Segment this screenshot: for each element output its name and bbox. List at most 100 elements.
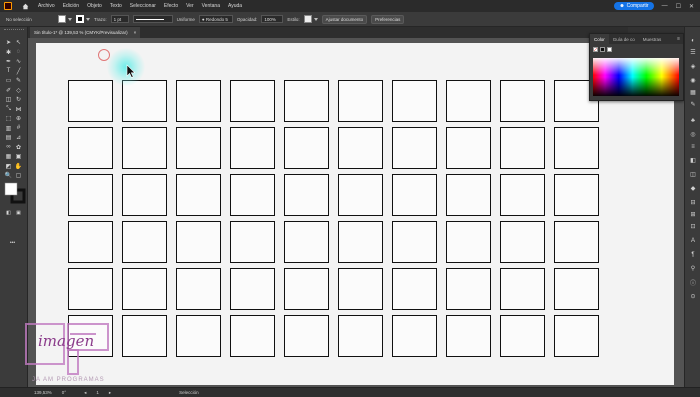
paragraph-icon[interactable]: ¶ [689, 251, 697, 258]
rectangle-shape[interactable] [392, 221, 437, 263]
rectangle-shape[interactable] [554, 174, 599, 216]
perspective-icon[interactable]: ▥ [5, 125, 12, 132]
rectangle-shape[interactable] [500, 174, 545, 216]
width-icon[interactable]: ⋈ [15, 106, 22, 113]
rectangle-shape[interactable] [176, 268, 221, 310]
color-panel-tab[interactable]: Guía de co [609, 37, 639, 42]
magic-wand-icon[interactable]: ✱ [5, 49, 12, 56]
white-swatch[interactable] [607, 47, 612, 52]
rotate-icon[interactable]: ↻ [15, 96, 22, 103]
rectangle-shape[interactable] [338, 80, 383, 122]
stroke-profile-select[interactable] [132, 15, 173, 23]
rectangle-shape[interactable] [122, 221, 167, 263]
rectangle-shape[interactable] [338, 127, 383, 169]
home-icon[interactable] [20, 1, 30, 11]
navigator-icon[interactable]: ⊙ [689, 293, 697, 300]
next-artboard-icon[interactable]: ▸ [109, 390, 111, 396]
direct-selection-tool-icon[interactable]: ↖ [15, 39, 22, 46]
symbol-sprayer-icon[interactable]: ✿ [15, 144, 22, 151]
stroke-dropdown-caret[interactable] [86, 17, 90, 21]
mesh-icon[interactable]: # [15, 125, 22, 132]
rectangle-shape[interactable] [338, 315, 383, 357]
maximize-icon[interactable]: ☐ [676, 3, 681, 10]
rectangle-shape[interactable] [446, 268, 491, 310]
rectangle-shape[interactable] [446, 127, 491, 169]
rectangle-shape[interactable] [554, 268, 599, 310]
character-icon[interactable]: A [689, 237, 697, 244]
eraser-icon[interactable]: ◫ [5, 96, 12, 103]
rectangle-shape[interactable] [392, 174, 437, 216]
info-icon[interactable]: ⓘ [689, 279, 697, 287]
column-graph-icon[interactable]: ▦ [5, 153, 12, 160]
share-button[interactable]: ☻ Compartir [614, 2, 654, 10]
transform-icon[interactable]: ⊡ [689, 223, 697, 230]
none-swatch[interactable] [593, 47, 598, 52]
rectangle-shape[interactable] [500, 127, 545, 169]
panel-menu-icon[interactable]: ≡ [677, 36, 680, 42]
more-tools-icon[interactable]: ••• [9, 239, 16, 246]
pencil-icon[interactable]: ✐ [5, 87, 12, 94]
rectangle-shape[interactable] [230, 127, 275, 169]
stroke-weight-field[interactable]: 1 pt [110, 15, 129, 23]
rectangle-shape[interactable] [446, 174, 491, 216]
curvature-icon[interactable]: ∿ [15, 58, 22, 65]
color-spectrum[interactable] [593, 58, 679, 96]
rectangle-shape[interactable] [284, 221, 329, 263]
free-transform-icon[interactable]: ⬚ [5, 115, 12, 122]
rectangle-shape[interactable] [392, 127, 437, 169]
rectangle-shape[interactable] [500, 80, 545, 122]
lasso-icon[interactable]: ◌ [15, 49, 22, 56]
menu-item[interactable]: Efecto [164, 3, 178, 9]
brushes-icon[interactable]: ✎ [689, 101, 697, 108]
rectangle-shape[interactable] [122, 127, 167, 169]
pathfinder-icon[interactable]: ⊞ [689, 211, 697, 218]
graphic-styles-icon[interactable]: ◎ [689, 131, 697, 138]
rotation-value[interactable]: 0° [62, 390, 66, 395]
eyedropper-icon[interactable]: ⊿ [15, 134, 22, 141]
rectangle-shape[interactable] [392, 80, 437, 122]
style-swatch[interactable] [303, 15, 312, 23]
rectangle-shape[interactable] [392, 268, 437, 310]
rectangle-shape[interactable] [230, 80, 275, 122]
stroke-icon[interactable]: ≡ [689, 143, 697, 150]
rectangle-tool-icon[interactable]: ▭ [5, 77, 12, 84]
panel-grip[interactable] [4, 29, 24, 31]
menu-item[interactable]: Texto [110, 3, 122, 9]
rectangle-shape[interactable] [230, 315, 275, 357]
rectangle-shape[interactable] [500, 221, 545, 263]
style-dropdown-caret[interactable] [313, 17, 318, 21]
rectangle-shape[interactable] [122, 80, 167, 122]
layers-icon[interactable]: ◈ [689, 63, 697, 70]
menu-item[interactable]: Archivo [38, 3, 55, 9]
minimize-icon[interactable]: — [662, 3, 668, 9]
opacity-field[interactable]: 100% [261, 15, 284, 23]
fill-swatch[interactable] [58, 15, 66, 23]
gradient-panel-icon[interactable]: ◧ [689, 157, 697, 164]
line-tool-icon[interactable]: ╱ [15, 68, 22, 75]
rectangle-shape[interactable] [554, 315, 599, 357]
rectangle-shape[interactable] [68, 174, 113, 216]
screen-mode-icon[interactable]: ▣ [15, 209, 22, 216]
pen-tool-icon[interactable]: ✒ [5, 58, 12, 65]
brush-select[interactable]: ● Redondo 5 [198, 15, 233, 23]
appearance-icon[interactable]: ◆ [689, 185, 697, 192]
rectangle-shape[interactable] [122, 315, 167, 357]
close-icon[interactable]: ✕ [689, 3, 694, 10]
selection-tool-icon[interactable]: ➤ [5, 39, 12, 46]
rectangle-shape[interactable] [230, 268, 275, 310]
rectangle-shape[interactable] [176, 315, 221, 357]
rectangle-shape[interactable] [338, 174, 383, 216]
artboard-tool-icon[interactable]: ▣ [15, 153, 22, 160]
prev-artboard-icon[interactable]: ◂ [84, 390, 86, 396]
libraries-icon[interactable]: ◐ [689, 37, 697, 44]
rectangle-shape[interactable] [176, 80, 221, 122]
fill-stroke-indicator[interactable] [4, 182, 26, 206]
rectangle-shape[interactable] [446, 221, 491, 263]
rectangle-shape[interactable] [284, 127, 329, 169]
rectangle-shape[interactable] [176, 174, 221, 216]
rectangle-shape[interactable] [122, 174, 167, 216]
menu-item[interactable]: Seleccionar [130, 3, 156, 9]
rectangle-shape[interactable] [338, 221, 383, 263]
fill-dropdown-caret[interactable] [68, 17, 72, 21]
properties-icon[interactable]: ☰ [689, 49, 697, 56]
